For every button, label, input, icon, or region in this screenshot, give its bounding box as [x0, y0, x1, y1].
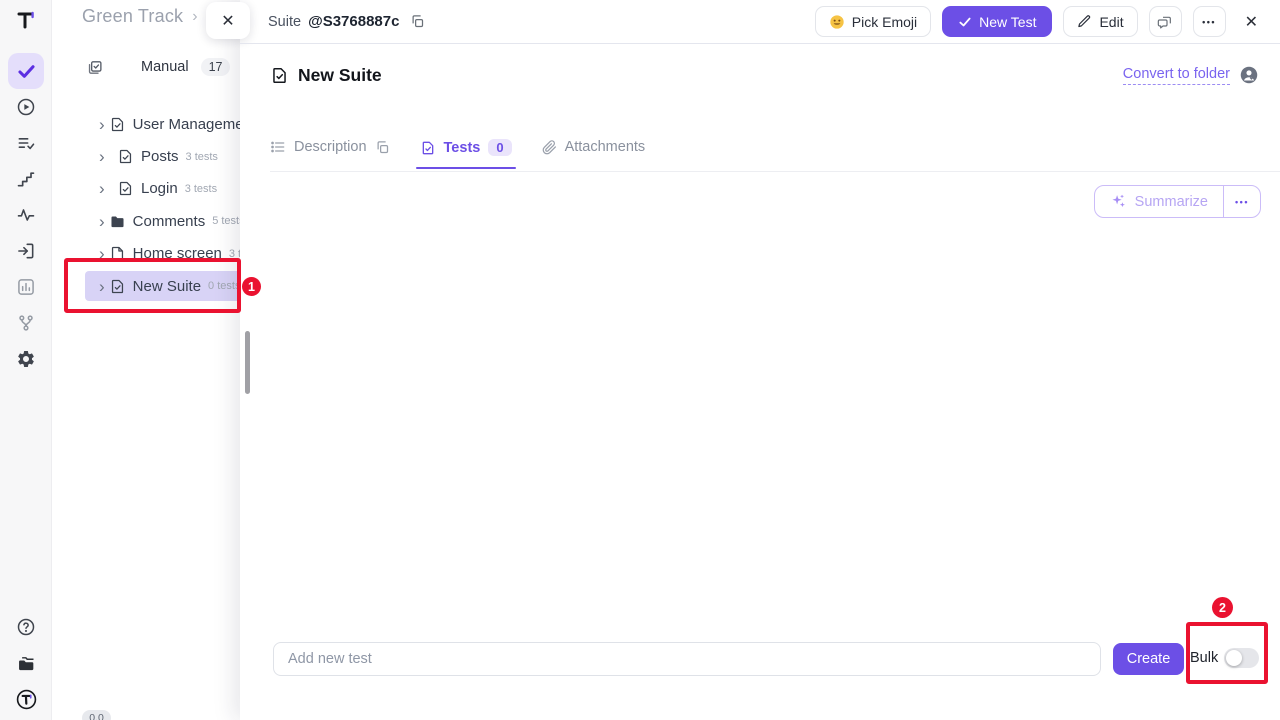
bottom-version-badge: 0.0	[82, 710, 111, 720]
manual-filter-icon	[86, 59, 103, 76]
suite-doc-check-icon	[117, 180, 134, 197]
add-test-footer: Create Bulk	[240, 641, 1280, 679]
suite-title: New Suite	[298, 65, 382, 86]
breadcrumb-separator: ›	[192, 8, 197, 26]
annotation-rect-1	[64, 258, 241, 313]
tab-tests[interactable]: Tests 0	[420, 139, 512, 168]
chevron-right-icon[interactable]: ›	[99, 148, 113, 165]
reports-chart-icon[interactable]	[8, 269, 44, 305]
tree-item-comments[interactable]: › Comments 5 tests	[52, 205, 240, 237]
tree-item-count: 5 tests	[212, 215, 240, 227]
summarize-button[interactable]: Summarize	[1095, 186, 1223, 217]
pencil-icon	[1077, 14, 1092, 29]
pick-emoji-label: Pick Emoji	[852, 14, 917, 30]
settings-gear-icon[interactable]	[8, 341, 44, 377]
tree-item-count: 3 tests	[186, 151, 218, 163]
steps-stairs-icon[interactable]	[8, 161, 44, 197]
assignee-avatar-icon[interactable]	[1240, 66, 1258, 84]
app-logo-icon[interactable]	[8, 2, 44, 38]
suite-detail-panel: ✕ Suite @S3768887c Pick Emoji New Test E…	[240, 0, 1280, 720]
doc-check-icon	[420, 140, 436, 156]
help-question-icon[interactable]	[8, 609, 44, 645]
suite-doc-check-icon	[117, 148, 134, 165]
icon-rail	[0, 0, 52, 720]
tree-item-label: Comments	[133, 213, 206, 230]
copy-description-icon[interactable]	[375, 140, 390, 155]
list-icon	[270, 139, 286, 155]
annotation-badge-1: 1	[242, 277, 261, 296]
projects-folder-icon[interactable]	[8, 645, 44, 681]
summarize-more-button[interactable]: •••	[1223, 186, 1260, 217]
tree-item-count: 3 tests	[185, 183, 217, 195]
filter-tab-manual[interactable]: Manual	[141, 59, 189, 75]
chevron-right-icon[interactable]: ›	[99, 213, 105, 230]
tree-item-user-management[interactable]: › User Management	[52, 108, 240, 140]
entity-type-label: Suite	[268, 14, 301, 30]
folder-icon	[109, 213, 126, 230]
edit-button[interactable]: Edit	[1063, 6, 1137, 37]
tree-item-label: Login	[141, 180, 178, 197]
close-panel-icon[interactable]: ✕	[1245, 12, 1258, 32]
add-new-test-input[interactable]	[273, 642, 1101, 676]
manual-count-badge: 17	[201, 58, 231, 76]
paperclip-icon	[542, 140, 557, 155]
tree-item-label: Posts	[141, 148, 179, 165]
chevron-right-icon[interactable]: ›	[99, 116, 105, 133]
summarize-label: Summarize	[1135, 194, 1208, 210]
emoji-smiley-icon	[829, 14, 845, 30]
annotation-badge-2: 2	[1212, 597, 1233, 618]
more-actions-button[interactable]: •••	[1193, 6, 1226, 37]
suite-doc-check-icon	[109, 116, 126, 133]
create-button[interactable]: Create	[1113, 643, 1184, 675]
new-test-button[interactable]: New Test	[942, 6, 1052, 37]
chat-bubble-icon	[1157, 14, 1173, 30]
suite-header: Suite @S3768887c Pick Emoji New Test Edi…	[240, 0, 1280, 44]
tests-count-badge: 0	[488, 139, 511, 156]
suite-title-doc-icon	[270, 66, 289, 85]
chevron-right-icon[interactable]: ›	[99, 180, 113, 197]
convert-to-folder-link[interactable]: Convert to folder	[1123, 66, 1230, 85]
branches-git-icon[interactable]	[8, 305, 44, 341]
comments-button[interactable]	[1149, 6, 1182, 37]
tests-check-icon[interactable]	[8, 53, 44, 89]
tab-label: Tests	[444, 140, 481, 156]
analytics-pulse-icon[interactable]	[8, 197, 44, 233]
check-icon	[958, 15, 972, 29]
pick-emoji-button[interactable]: Pick Emoji	[815, 6, 931, 37]
tree-item-posts[interactable]: › Posts 3 tests	[52, 140, 240, 172]
tree-item-login[interactable]: › Login 3 tests	[52, 173, 240, 205]
runs-play-icon[interactable]	[8, 89, 44, 125]
annotation-rect-2	[1186, 622, 1268, 684]
suites-tree-panel: Green Track › Manual 17 Automated › User…	[52, 0, 240, 720]
edit-label: Edit	[1099, 14, 1123, 30]
tab-label: Attachments	[565, 139, 646, 155]
plans-list-check-icon[interactable]	[8, 125, 44, 161]
tab-label: Description	[294, 139, 367, 155]
suite-tabs: Description Tests 0 Attachments	[270, 139, 1280, 172]
import-login-icon[interactable]	[8, 233, 44, 269]
ellipsis-icon: •••	[1235, 197, 1249, 207]
panel-scrollbar-thumb[interactable]	[245, 331, 250, 394]
project-name[interactable]: Green Track	[82, 6, 183, 27]
tab-description[interactable]: Description	[270, 139, 390, 167]
ellipsis-icon: •••	[1202, 17, 1216, 27]
copy-id-icon[interactable]	[410, 14, 425, 29]
tree-item-label: User Management	[133, 116, 240, 133]
tab-attachments[interactable]: Attachments	[542, 139, 646, 167]
summarize-split-button: Summarize •••	[1094, 185, 1261, 218]
suite-id: @S3768887c	[308, 13, 399, 30]
new-test-label: New Test	[979, 14, 1036, 30]
sparkles-icon	[1110, 193, 1127, 210]
account-logo-icon[interactable]	[8, 681, 44, 717]
